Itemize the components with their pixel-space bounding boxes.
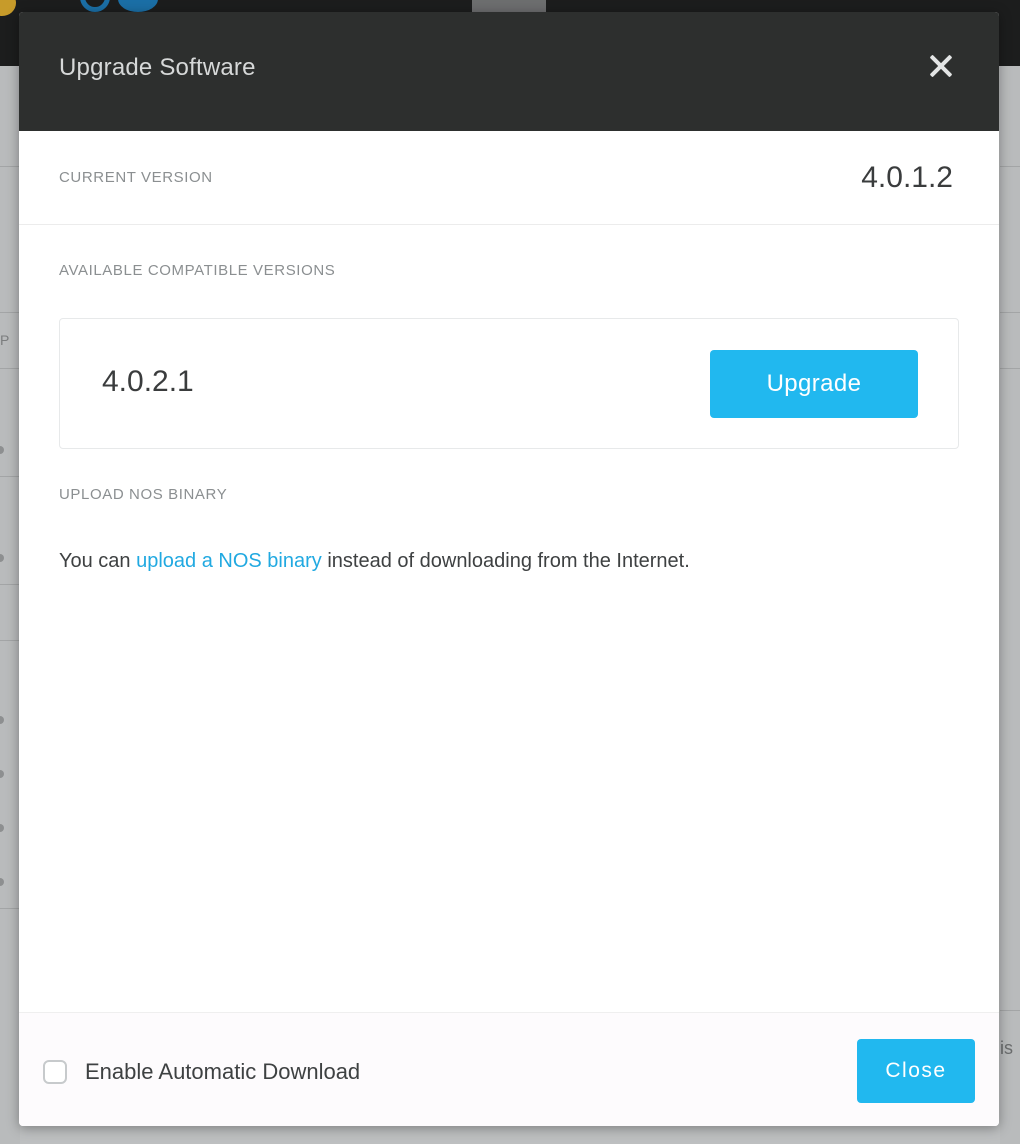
background-row-divider — [0, 166, 20, 167]
upload-binary-link[interactable]: upload a NOS binary — [136, 550, 322, 572]
background-row-divider — [0, 476, 20, 477]
upload-text-before: You can — [59, 550, 137, 572]
background-tab — [472, 0, 546, 12]
upload-binary-label: UPLOAD NOS BINARY — [59, 486, 228, 503]
background-row-divider — [1000, 368, 1020, 369]
background-row-divider — [0, 368, 20, 369]
dialog-title: Upgrade Software — [59, 54, 256, 81]
background-right-column — [1000, 66, 1020, 1144]
background-row-divider — [0, 312, 20, 313]
upgrade-button[interactable]: Upgrade — [710, 350, 918, 418]
background-row-divider — [1000, 312, 1020, 313]
background-row-divider — [0, 640, 20, 641]
upgrade-software-dialog: Upgrade Software CURRENT VERSION 4.0.1.2… — [19, 12, 999, 1126]
user-badge-icon — [118, 0, 158, 12]
close-button[interactable]: Close — [857, 1039, 975, 1103]
upload-description: You can upload a NOS binary instead of d… — [59, 550, 690, 573]
available-version-number: 4.0.2.1 — [102, 365, 194, 398]
close-icon[interactable] — [923, 48, 959, 84]
available-versions-label: AVAILABLE COMPATIBLE VERSIONS — [59, 262, 336, 279]
background-left-column — [0, 66, 20, 1144]
dialog-header: Upgrade Software — [19, 12, 999, 131]
current-version-value: 4.0.1.2 — [861, 161, 953, 194]
dialog-footer: Enable Automatic Download Close — [19, 1012, 999, 1126]
notification-badge-icon — [0, 0, 16, 16]
current-version-section: CURRENT VERSION 4.0.1.2 — [19, 131, 999, 225]
background-truncated-text: is — [1000, 1038, 1013, 1058]
upload-text-after: instead of downloading from the Internet… — [321, 550, 690, 572]
background-column-header: P — [0, 332, 10, 348]
current-version-label: CURRENT VERSION — [59, 169, 213, 186]
user-icon — [80, 0, 110, 12]
background-row-divider — [0, 908, 20, 909]
available-version-card: 4.0.2.1 Upgrade — [59, 318, 959, 449]
auto-download-label[interactable]: Enable Automatic Download — [85, 1059, 360, 1085]
background-row-divider — [1000, 1010, 1020, 1011]
auto-download-checkbox[interactable] — [43, 1060, 67, 1084]
background-row-divider — [1000, 166, 1020, 167]
background-row-divider — [0, 584, 20, 585]
